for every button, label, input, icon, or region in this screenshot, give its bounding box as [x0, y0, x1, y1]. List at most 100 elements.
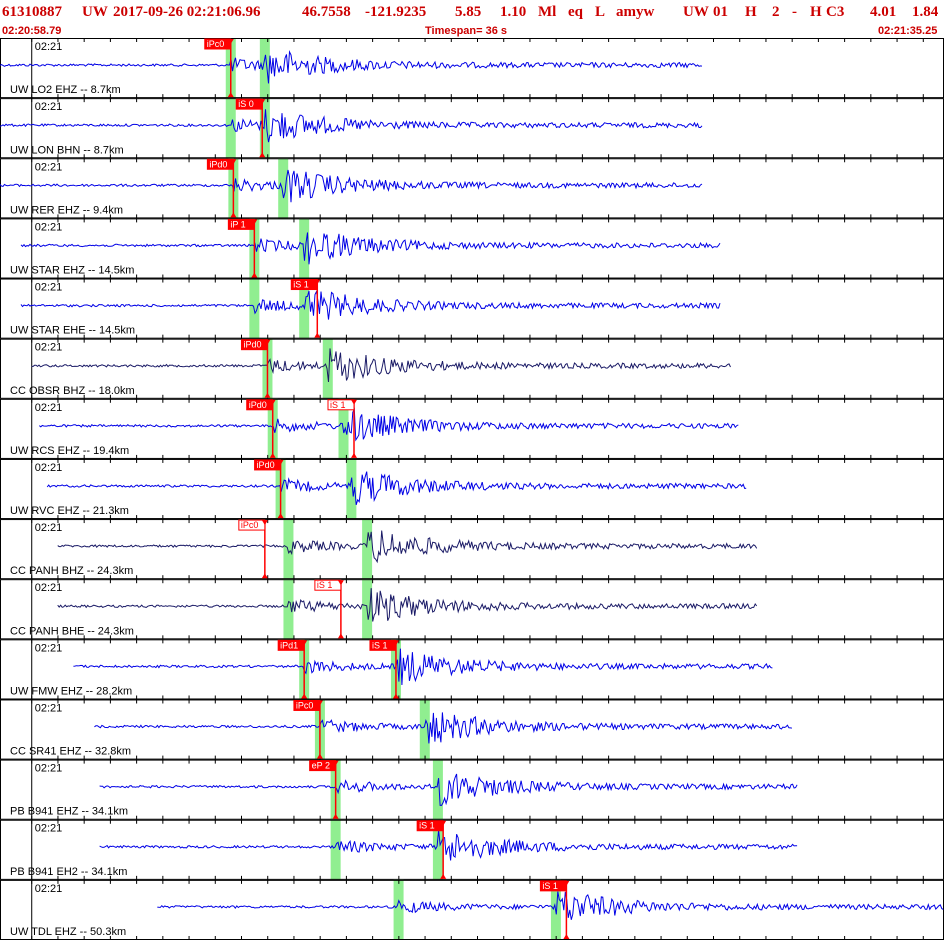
pick-arrow-bottom [337, 633, 344, 639]
station-label: CC SR41 EHZ -- 32.8km [10, 746, 131, 758]
trace-panel[interactable]: 02:21 iS 1 UW STAR EHE -- 14.5km [0, 278, 944, 339]
trace-panel[interactable]: 02:21 iPd0 UW RVC EHZ -- 21.3km [0, 458, 944, 520]
time-range-bar: 02:20:58.79 Timespan= 36 s 02:21:35.25 [0, 24, 944, 38]
pick-label: iPc0 [241, 520, 259, 530]
pick-label: iS 0 [238, 99, 254, 109]
trace-panel[interactable]: 02:21 iS 0 UW LON BHN -- 8.7km [0, 98, 944, 159]
waveform [57, 588, 758, 622]
analyst: amyw [616, 4, 655, 20]
solution-flag: H [810, 4, 822, 20]
timespan: Timespan= 36 s [425, 25, 508, 37]
trace-panel[interactable]: 02:21 iS 1 CC PANH BHE -- 24.3km [0, 579, 944, 640]
gap: 1.84 [912, 4, 939, 20]
s-window-band [278, 158, 289, 219]
pick-arrow-bottom [314, 332, 321, 338]
minute-label: 02:21 [35, 823, 63, 835]
waveform [157, 891, 944, 920]
station-label: UW RER EHZ -- 9.4km [10, 204, 123, 216]
panel-frame [0, 579, 944, 640]
trace-panel[interactable]: 02:21 iPc0 CC SR41 EHZ -- 32.8km [0, 699, 944, 760]
pick-label: iPd0 [249, 400, 267, 410]
origin-time: 2017-09-26 02:21:06.96 [113, 4, 261, 20]
panel-frame [0, 519, 944, 580]
pick-label: iS 1 [293, 280, 309, 290]
waveform [0, 169, 703, 203]
seismogram-plot[interactable]: 02:21 iPc0 UW LO2 EHZ -- 8.7km 02:21 iS 0 UW … [0, 38, 944, 940]
s-window-band [299, 218, 310, 279]
waveform [20, 290, 721, 320]
window-end-time: 02:21:35.25 [878, 25, 938, 37]
station-label: UW LO2 EHZ -- 8.7km [10, 84, 121, 96]
station-label: UW RVC EHZ -- 21.3km [10, 505, 129, 517]
pick-label: iPd0 [243, 340, 261, 350]
window-start-time: 02:20:58.79 [2, 25, 62, 37]
panel-frame [0, 218, 944, 279]
minute-label: 02:21 [35, 763, 63, 775]
magnitude: 1.10 [500, 4, 527, 20]
quality: C3 [826, 4, 845, 20]
minute-label: 02:21 [35, 41, 63, 53]
event-network: UW [82, 4, 108, 20]
version: 01 [713, 4, 728, 20]
waveform [99, 829, 798, 861]
source-network: UW [683, 4, 709, 20]
station-label: PB B941 EH2 -- 34.1km [10, 866, 127, 878]
separator-dash: - [792, 4, 797, 20]
s-window-band [259, 38, 270, 99]
trace-panel[interactable]: 02:21 iPd1 iS 1 UW FMW EHZ -- 28.2km [0, 639, 944, 700]
station-label: UW STAR EHE -- 14.5km [10, 325, 135, 337]
minute-label: 02:21 [35, 522, 63, 534]
minute-label: 02:21 [35, 342, 63, 354]
trace-panel[interactable]: 02:21 iPd0 iS 1 UW RCS EHZ -- 19.4km [0, 398, 944, 459]
station-label: UW RCS EHZ -- 19.4km [10, 445, 129, 457]
minute-label: 02:21 [35, 582, 63, 594]
trace-panel[interactable]: 02:21 iPd0 CC OBSR BHZ -- 18.0km [0, 338, 944, 399]
minute-label: 02:21 [35, 462, 63, 474]
minute-label: 02:21 [35, 883, 63, 895]
minute-label: 02:21 [35, 642, 63, 654]
pick-arrow-bottom [261, 573, 268, 579]
pick-label: iS 1 [542, 881, 558, 891]
trace-panel[interactable]: 02:21 iPc0 UW LO2 EHZ -- 8.7km [0, 38, 944, 99]
pick-label: iP 1 [230, 219, 245, 229]
waveform [73, 648, 773, 686]
panel-frame [0, 278, 944, 339]
panel-frame [0, 98, 944, 159]
quality-type: H [745, 4, 757, 20]
panel-frame [0, 398, 944, 459]
panel-frame [0, 158, 944, 219]
event-type: eq [568, 4, 583, 20]
s-window-band [322, 338, 333, 399]
s-window-band [362, 519, 373, 580]
panel-frame [0, 38, 944, 99]
latitude: 46.7558 [302, 4, 351, 20]
trace-panel[interactable]: 02:21 iS 1 UW TDL EHZ -- 50.3km [0, 879, 944, 940]
pick-label: iS 1 [372, 640, 388, 650]
trace-panel[interactable]: 02:21 iPd0 UW RER EHZ -- 9.4km [0, 158, 944, 219]
waveform [94, 712, 792, 744]
minute-label: 02:21 [35, 221, 63, 233]
waveform [31, 348, 731, 383]
pick-label: iS 1 [419, 821, 435, 831]
waveform [0, 109, 703, 143]
trace-panel[interactable]: 02:21 iP 1 UW STAR EHZ -- 14.5km [0, 218, 944, 279]
station-label: CC PANH BHE -- 24.3km [10, 625, 134, 637]
pick-arrow-bottom [351, 452, 357, 458]
pick-label: iS 1 [317, 580, 333, 590]
trace-panel[interactable]: 02:21 iS 1 PB B941 EH2 -- 34.1km [0, 819, 944, 880]
trace-panel[interactable]: 02:21 iPc0 CC PANH BHZ -- 24.3km [0, 519, 944, 580]
num-readings: 2 [772, 4, 780, 20]
minute-label: 02:21 [35, 702, 63, 714]
pick-label: iPd0 [257, 460, 275, 470]
rms: 4.01 [870, 4, 897, 20]
minute-label: 02:21 [35, 282, 63, 294]
minute-label: 02:21 [35, 161, 63, 173]
panel-frame [0, 699, 944, 760]
station-label: UW TDL EHZ -- 50.3km [10, 926, 126, 938]
pick-label: iPd0 [209, 159, 227, 169]
waveform [38, 407, 739, 442]
trace-panel[interactable]: 02:21 eP 2 PB B941 EHZ -- 34.1km [0, 759, 944, 820]
longitude: -121.9235 [365, 4, 427, 20]
station-label: CC PANH BHZ -- 24.3km [10, 565, 133, 577]
event-summary-bar: 61310887 UW 2017-09-26 02:21:06.96 46.75… [0, 0, 944, 24]
